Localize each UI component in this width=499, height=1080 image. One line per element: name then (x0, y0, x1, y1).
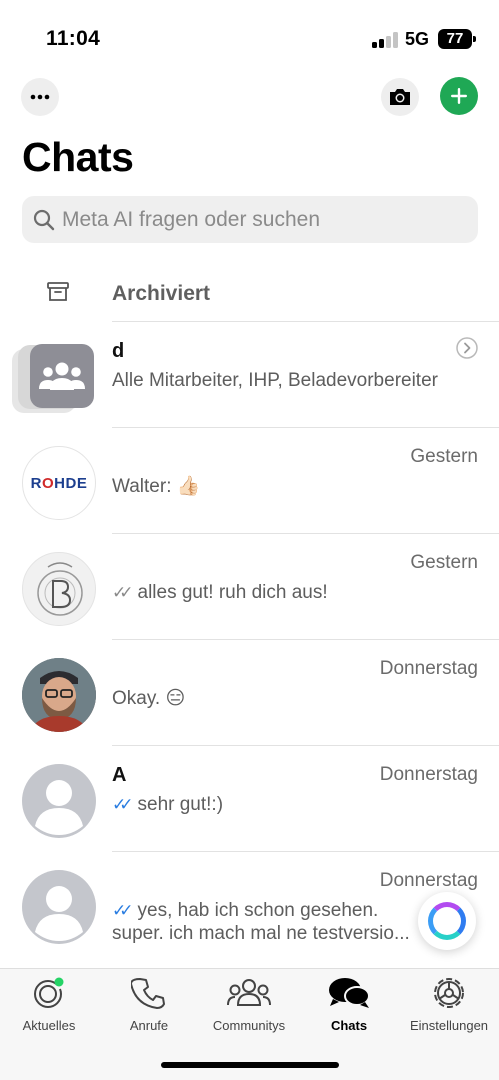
avatar (22, 764, 96, 838)
chat-preview: Alle Mitarbeiter, IHP, Beladevorbereiter (112, 370, 438, 391)
person-photo-icon (22, 658, 96, 732)
chat-preview: Okay. 😑 (112, 688, 186, 709)
chat-preview: ✓✓ yes, hab ich schon gesehen. (112, 898, 412, 923)
tab-aktuelles[interactable]: Aktuelles (1, 975, 97, 1039)
tab-einstellungen[interactable]: Einstellungen (401, 975, 497, 1039)
chat-name: A (112, 764, 127, 786)
chat-preview-text: yes, hab ich schon gesehen. (137, 900, 379, 921)
search-icon (33, 209, 55, 230)
search-input[interactable] (62, 207, 462, 232)
tab-label: Einstellungen (409, 1018, 489, 1033)
new-chat-button[interactable] (440, 77, 478, 115)
avatar (22, 870, 96, 944)
chat-preview: ✓✓ sehr gut!:) (112, 792, 482, 817)
page-title: Chats (22, 134, 134, 180)
chat-row[interactable]: Donnerstag Okay. 😑 (0, 640, 499, 746)
chat-row[interactable]: A Donnerstag ✓✓ sehr gut!:) (0, 746, 499, 852)
chevron-right-icon[interactable] (456, 337, 478, 359)
signal-icon (372, 32, 398, 48)
monogram-icon (37, 562, 83, 616)
search-bar[interactable] (22, 196, 478, 243)
phone-icon (131, 978, 165, 1009)
chat-preview: ✓✓ alles gut! ruh dich aus! (112, 580, 482, 605)
avatar (22, 552, 96, 626)
meta-ai-button[interactable] (418, 892, 476, 950)
tab-label: Aktuelles (22, 1018, 76, 1033)
chat-name: d (112, 340, 125, 362)
tab-label: Anrufe (129, 1018, 169, 1033)
chat-time: Donnerstag (379, 870, 478, 891)
chat-time: Gestern (410, 446, 478, 467)
avatar: ROHDE (22, 446, 96, 520)
more-options-button[interactable] (21, 78, 59, 116)
archived-row[interactable]: Archiviert (0, 266, 499, 321)
avatar (30, 344, 94, 408)
chat-preview-text: sehr gut!:) (137, 794, 224, 815)
chat-time: Donnerstag (379, 764, 478, 785)
double-check-icon: ✓✓ (112, 583, 133, 602)
chat-time: Donnerstag (379, 658, 478, 679)
chats-icon (329, 978, 370, 1008)
ellipsis-icon (30, 94, 50, 100)
chat-preview-text: alles gut! ruh dich aus! (137, 582, 328, 603)
gear-icon (434, 978, 464, 1008)
default-person-icon (35, 886, 83, 941)
status-time: 11:04 (46, 27, 101, 50)
double-check-icon: ✓✓ (112, 901, 133, 920)
status-icon (34, 977, 64, 1008)
double-check-icon: ✓✓ (112, 795, 133, 814)
archive-icon (47, 282, 69, 301)
tab-anrufe[interactable]: Anrufe (101, 975, 197, 1039)
tab-communitys[interactable]: Communitys (201, 975, 297, 1039)
chat-row[interactable]: Gestern ✓✓ alles gut! ruh dich aus! (0, 534, 499, 640)
camera-icon (390, 89, 410, 105)
tab-chats[interactable]: Chats (301, 975, 397, 1039)
rohde-logo: ROHDE (30, 474, 88, 492)
tab-label: Communitys (212, 1018, 286, 1033)
chat-preview: Walter: 👍🏻 (112, 476, 201, 497)
network-type: 5G (405, 29, 430, 49)
archived-label: Archiviert (112, 282, 211, 305)
home-indicator (161, 1062, 339, 1068)
battery-icon: 77 (438, 29, 476, 49)
meta-ai-icon (428, 902, 466, 940)
tab-label: Chats (330, 1018, 368, 1033)
chat-time: Gestern (410, 552, 478, 573)
default-person-icon (35, 780, 83, 835)
group-icon (39, 362, 85, 390)
avatar (22, 658, 96, 732)
chat-row[interactable]: ROHDE Gestern Walter: 👍🏻 (0, 428, 499, 534)
camera-button[interactable] (381, 78, 419, 116)
communities-icon (227, 979, 271, 1006)
chat-preview-line2: super. ich mach mal ne testversio... (112, 923, 410, 944)
plus-icon (451, 88, 467, 104)
status-bar: 11:04 5G 77 (0, 0, 499, 70)
